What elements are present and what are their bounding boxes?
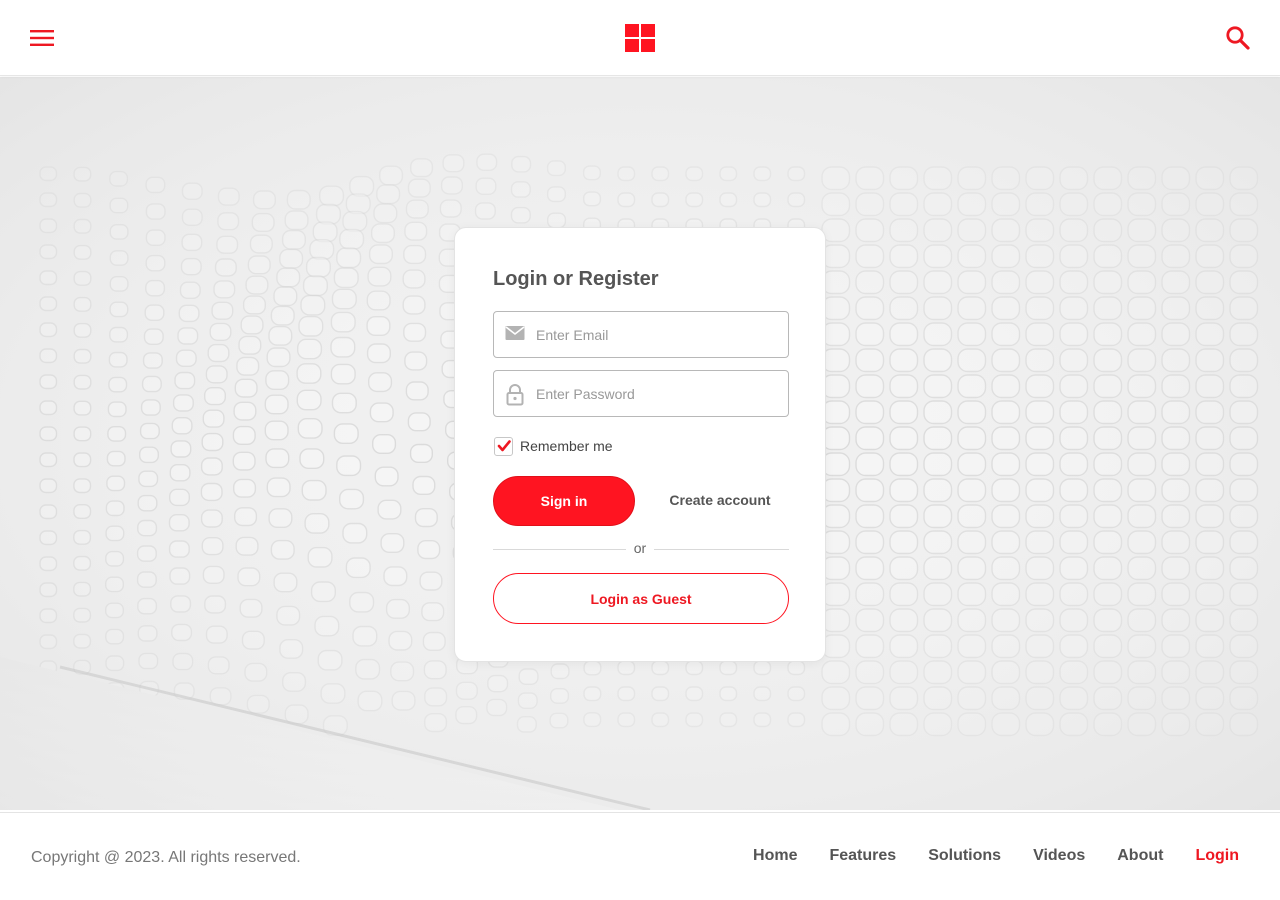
divider-text: or	[633, 540, 647, 556]
remember-me-label: Remember me	[520, 438, 613, 454]
footer-link-features[interactable]: Features	[829, 847, 896, 865]
search-icon[interactable]	[1222, 22, 1254, 54]
footer-link-solutions[interactable]: Solutions	[928, 847, 1001, 865]
checkmark-icon	[497, 440, 511, 452]
page-footer: Copyright @ 2023. All rights reserved. H…	[0, 812, 1280, 900]
divider-line-left	[493, 549, 626, 550]
sign-in-button[interactable]: Sign in	[493, 476, 635, 526]
footer-link-about[interactable]: About	[1117, 847, 1163, 865]
footer-nav: Home Features Solutions Videos About Log…	[721, 847, 1239, 865]
envelope-icon	[505, 325, 525, 345]
hamburger-menu-icon[interactable]	[26, 23, 58, 53]
password-input[interactable]	[536, 371, 782, 416]
footer-link-videos[interactable]: Videos	[1033, 847, 1085, 865]
login-as-guest-button[interactable]: Login as Guest	[493, 573, 789, 624]
lock-icon	[505, 384, 525, 406]
email-input[interactable]	[536, 312, 782, 357]
footer-link-login[interactable]: Login	[1195, 847, 1239, 865]
remember-me-toggle[interactable]: Remember me	[494, 436, 613, 456]
brand-logo[interactable]	[625, 24, 655, 52]
login-card: Login or Register Remember me Sign i	[454, 227, 826, 662]
create-account-link[interactable]: Create account	[665, 492, 775, 508]
or-divider: or	[493, 539, 789, 559]
divider-line-right	[654, 549, 789, 550]
footer-link-home[interactable]: Home	[753, 847, 797, 865]
copyright-text: Copyright @ 2023. All rights reserved.	[31, 849, 301, 866]
card-title: Login or Register	[493, 268, 659, 290]
email-field[interactable]	[493, 311, 789, 358]
top-header	[0, 0, 1280, 76]
remember-me-checkbox[interactable]	[494, 436, 513, 456]
password-field[interactable]	[493, 370, 789, 417]
